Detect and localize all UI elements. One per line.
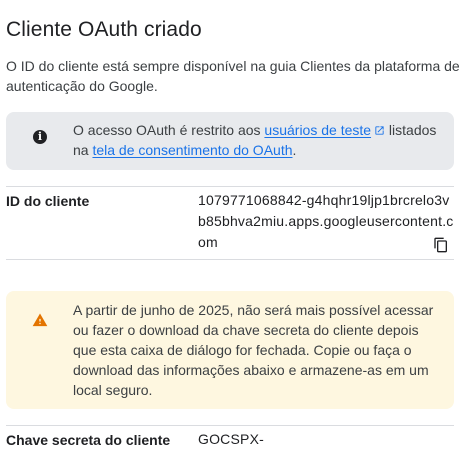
dialog-title: Cliente OAuth criado: [6, 18, 202, 41]
info-notice: i O acesso OAuth é restrito aos usuários…: [6, 112, 454, 170]
client-secret-label: Chave secreta do cliente: [6, 432, 171, 448]
test-users-link-label: usuários de teste: [264, 122, 372, 138]
test-users-link[interactable]: usuários de teste: [264, 122, 371, 138]
client-secret-value[interactable]: GOCSPX-: [198, 429, 454, 450]
warning-notice: A partir de junho de 2025, não será mais…: [6, 291, 454, 409]
info-text-after: .: [292, 142, 297, 158]
copy-icon[interactable]: [433, 236, 449, 254]
consent-screen-link-label: tela de consentimento do OAuth: [92, 142, 293, 158]
consent-screen-link[interactable]: tela de consentimento do OAuth: [92, 142, 292, 158]
info-notice-text: O acesso OAuth é restrito aos usuários d…: [73, 120, 445, 160]
client-id-label: ID do cliente: [6, 193, 90, 209]
open-in-new-icon: [375, 126, 384, 135]
client-id-value[interactable]: 1079771068842-g4hqhr19ljp1brcrelo3vb85bh…: [198, 190, 454, 253]
warning-notice-text: A partir de junho de 2025, não será mais…: [73, 302, 434, 398]
divider: [6, 259, 454, 260]
info-text-before: O acesso OAuth é restrito aos: [73, 122, 265, 138]
divider: [6, 425, 454, 426]
warning-icon: [32, 313, 48, 327]
info-icon: i: [33, 130, 47, 144]
divider: [6, 186, 454, 187]
dialog-intro-text: O ID do cliente está sempre disponível n…: [6, 58, 460, 94]
